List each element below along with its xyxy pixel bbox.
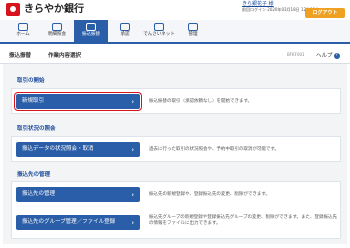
button-label: 振込データの状況照会・取消 (22, 146, 94, 152)
bank-name: きらやか銀行 (24, 4, 84, 15)
main-content: 取引の開始 新規取引 › 振込振替の取引（承認依頼なし）を開始できます。 取引状… (3, 64, 347, 244)
help-link[interactable]: ヘルプ? (316, 51, 340, 59)
help-label: ヘルプ (316, 53, 333, 59)
nav-item-home[interactable]: ホーム (6, 20, 40, 42)
help-icon: ? (333, 52, 340, 59)
nav-label-statement: 明細照会 (48, 32, 66, 37)
statement-icon (52, 23, 62, 31)
nav-item-transfer[interactable]: 振込振替 (74, 20, 108, 42)
logout-button[interactable]: ログアウト (305, 8, 345, 18)
button-label: 振込先のグループ管理／ファイル登録 (22, 219, 116, 225)
densai-icon (154, 23, 164, 31)
breadcrumb: 振込振替 作業内容選択 BFKF001 ヘルプ? (0, 46, 350, 64)
global-nav: ホーム 明細照会 振込振替 承認 でんさいネット 管理 (0, 20, 350, 44)
admin-icon (188, 23, 198, 31)
row-description: 振込先の新規登録や、登録振込先の変更、削除ができます。 (149, 192, 270, 197)
screen-id: BFKF001 (287, 52, 305, 57)
status-inquiry-button[interactable]: 振込データの状況照会・取消 › (16, 142, 140, 157)
nav-item-admin[interactable]: 管理 (176, 20, 210, 42)
chevron-right-icon: › (131, 146, 134, 153)
list-item: 新規取引 › 振込振替の取引（承認依頼なし）を開始できます。 (11, 88, 341, 114)
app-header: きらやか銀行 きら銀花子 様 前回ログイン 2020年03月18日 12時06分… (0, 0, 350, 20)
nav-item-densai[interactable]: でんさいネット (142, 20, 176, 42)
section-title-status: 取引状況の照会 (17, 126, 56, 132)
button-label: 新規取引 (22, 98, 45, 104)
new-transaction-button[interactable]: 新規取引 › (14, 92, 142, 111)
page-footer (0, 244, 350, 248)
payee-group-file-button[interactable]: 振込先のグループ管理／ファイル登録 › (16, 215, 140, 230)
section-title-payee: 振込先の管理 (17, 172, 51, 178)
bank-logo-icon (6, 3, 20, 16)
section-title-start: 取引の開始 (17, 78, 45, 84)
chevron-right-icon: › (131, 191, 134, 198)
chevron-right-icon: › (131, 219, 134, 226)
row-description: 振込先グループの新規登録や登録振込先グループの変更、削除ができます。また、登録振… (149, 215, 338, 226)
row-description: 振込振替の取引（承認依頼なし）を開始できます。 (149, 99, 253, 104)
button-label: 振込先の管理 (22, 191, 56, 197)
list-item: 振込データの状況照会・取消 › 過去に行った取引の状況照会や、予約中取引の取消が… (11, 136, 341, 162)
breadcrumb-section: 振込振替 (9, 53, 32, 59)
approval-icon (120, 23, 130, 31)
nav-label-transfer: 振込振替 (82, 32, 100, 37)
nav-label-approval: 承認 (120, 32, 130, 37)
page-title: 作業内容選択 (48, 53, 82, 59)
nav-item-approval[interactable]: 承認 (108, 20, 142, 42)
row-description: 過去に行った取引の状況照会や、予約中取引の取消が可能です。 (149, 147, 279, 152)
chevron-right-icon: › (131, 98, 134, 105)
nav-label-admin: 管理 (188, 32, 198, 37)
nav-label-home: ホーム (16, 32, 30, 37)
payee-management-button[interactable]: 振込先の管理 › (16, 187, 140, 202)
nav-item-statement[interactable]: 明細照会 (40, 20, 74, 42)
nav-label-densai: でんさいネット (143, 32, 175, 37)
list-item: 振込先の管理 › 振込先の新規登録や、登録振込先の変更、削除ができます。 振込先… (11, 181, 341, 239)
home-icon (18, 23, 28, 31)
transfer-icon (86, 23, 96, 31)
